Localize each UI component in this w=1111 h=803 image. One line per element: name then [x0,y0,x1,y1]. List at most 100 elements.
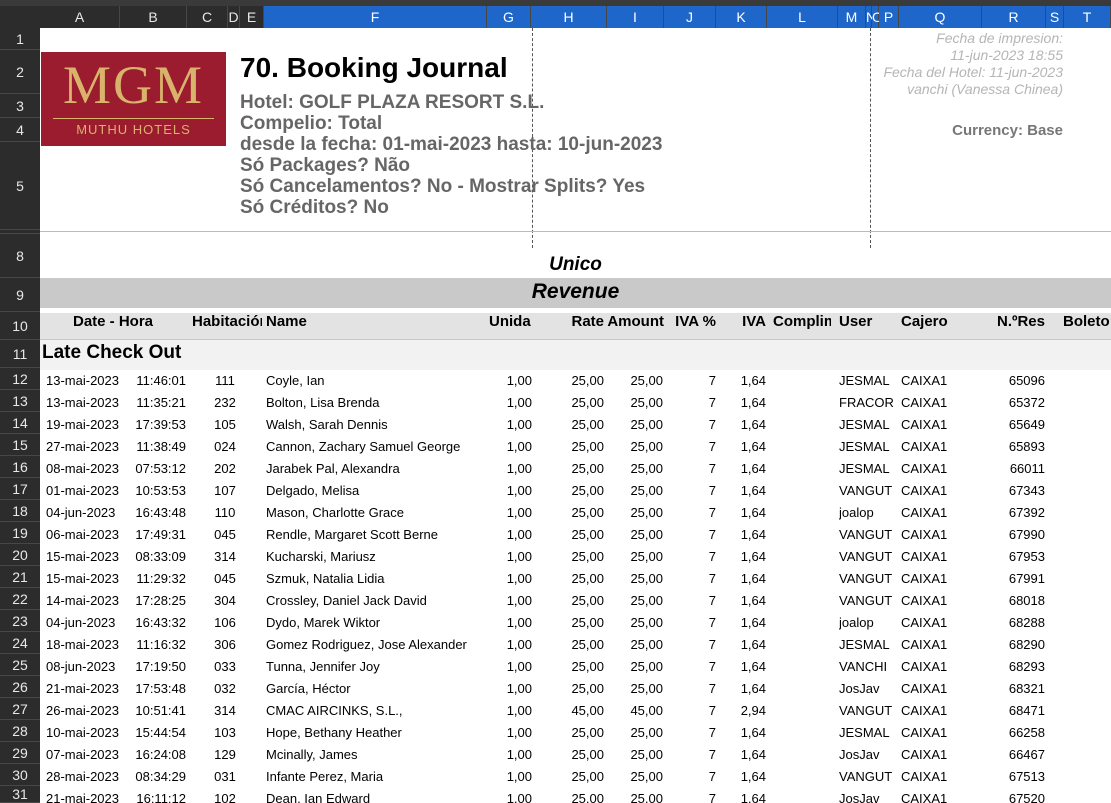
cell-units: 1,00 [506,615,532,630]
column-header-l[interactable]: L [767,6,838,28]
table-row[interactable]: 07-mai-2023 16:24:08 129 Mcinally, James 1,0… [40,744,1111,766]
row-header-8[interactable]: 8 [0,234,40,278]
cell-iva-pct: 7 [708,549,716,564]
table-row[interactable]: 08-mai-2023 07:53:12 202 Jarabek Pal, Alexa… [40,458,1111,480]
row-header-3[interactable]: 3 [0,94,40,118]
row-header-22[interactable]: 22 [0,588,40,610]
report-title: 70. Booking Journal [240,52,508,84]
header-complimentary: Complimentary [773,313,831,330]
column-header-f[interactable]: F [264,6,487,28]
cell-date: 04-jun-2023 [46,615,116,630]
cell-nres: 67513 [1008,769,1045,784]
column-header-t[interactable]: T [1064,6,1111,28]
row-header-17[interactable]: 17 [0,478,40,500]
cell-user: VANGUT [839,549,893,564]
cell-time: 11:16:32 [136,637,186,652]
row-header-30[interactable]: 30 [0,764,40,786]
row-header-9[interactable]: 9 [0,278,40,312]
table-row[interactable]: 28-mai-2023 08:34:29 031 Infante Perez, Mar… [40,766,1111,788]
column-header-d[interactable]: D [228,6,240,28]
column-header-s[interactable]: S [1046,6,1064,28]
table-row[interactable]: 01-mai-2023 10:53:53 107 Delgado, Melisa 1,0… [40,480,1111,502]
table-row[interactable]: 13-mai-2023 11:35:21 232 Bolton, Lisa Brend… [40,392,1111,414]
row-header-20[interactable]: 20 [0,544,40,566]
column-header-e[interactable]: E [240,6,264,28]
cell-rate: 25,00 [571,373,604,388]
table-row[interactable]: 18-mai-2023 11:16:32 306 Gomez Rodriguez, J… [40,634,1111,656]
table-row[interactable]: 26-mai-2023 10:51:41 314 CMAC AIRCINKS, S.L… [40,700,1111,722]
row-header-19[interactable]: 19 [0,522,40,544]
cell-cajero: CAIXA1 [901,659,948,674]
cell-time: 17:53:48 [135,681,186,696]
column-header-g[interactable]: G [487,6,531,28]
table-row[interactable]: 15-mai-2023 11:29:32 045 Szmuk, Natalia Lid… [40,568,1111,590]
row-header-24[interactable]: 24 [0,632,40,654]
row-header-13[interactable]: 13 [0,390,40,412]
print-date-label: Fecha de impresion: [936,30,1063,46]
column-header-q[interactable]: Q [899,6,982,28]
header-iva-pct: IVA % [675,313,716,330]
report-number: 70. [240,52,279,83]
column-header-c[interactable]: C [187,6,228,28]
row-header-27[interactable]: 27 [0,698,40,720]
table-row[interactable]: 27-mai-2023 11:38:49 024 Cannon, Zachary Sa… [40,436,1111,458]
table-row[interactable]: 04-jun-2023 16:43:48 110 Mason, Charlotte G… [40,502,1111,524]
cell-nres: 67392 [1008,505,1045,520]
cell-units: 1,00 [506,439,532,454]
table-row[interactable]: 10-mai-2023 15:44:54 103 Hope, Bethany Heat… [40,722,1111,744]
column-header-m[interactable]: M [838,6,866,28]
row-header-16[interactable]: 16 [0,456,40,478]
row-header-23[interactable]: 23 [0,610,40,632]
table-row[interactable]: 13-mai-2023 11:46:01 111 Coyle, Ian 1,00 25,0… [40,370,1111,392]
column-header-j[interactable]: J [664,6,716,28]
cell-time: 16:11:12 [136,791,186,803]
table-row[interactable]: 19-mai-2023 17:39:53 105 Walsh, Sarah Denni… [40,414,1111,436]
cell-units: 1,00 [506,681,532,696]
column-header-b[interactable]: B [120,6,187,28]
row-header-1[interactable]: 1 [0,28,40,50]
cell-nres: 65372 [1008,395,1045,410]
column-header-o[interactable]: O [872,6,883,28]
row-header-18[interactable]: 18 [0,500,40,522]
column-header-i[interactable]: I [607,6,664,28]
cell-user: JESMAL [839,725,890,740]
column-header-a[interactable]: A [40,6,120,28]
cell-units: 1,00 [506,703,532,718]
user-name: vanchi (Vanessa Chinea) [907,81,1063,97]
row-header-10[interactable]: 10 [0,312,40,340]
row-header-21[interactable]: 21 [0,566,40,588]
table-row[interactable]: 21-mai-2023 16:11:12 102 Dean, Ian Edward 1,… [40,788,1111,803]
table-row[interactable]: 06-mai-2023 17:49:31 045 Rendle, Margaret S… [40,524,1111,546]
row-header-11[interactable]: 11 [0,340,40,368]
table-row[interactable]: 15-mai-2023 08:33:09 314 Kucharski, Mariusz… [40,546,1111,568]
row-header-25[interactable]: 25 [0,654,40,676]
row-header-12[interactable]: 12 [0,368,40,390]
column-header-r[interactable]: R [982,6,1046,28]
row-header-31[interactable]: 31 [0,786,40,803]
row-header-29[interactable]: 29 [0,742,40,764]
table-row[interactable]: 04-jun-2023 16:43:32 106 Dydo, Marek Wiktor… [40,612,1111,634]
column-header-h[interactable]: H [531,6,607,28]
column-header-p[interactable]: P [879,6,899,28]
cell-date: 18-mai-2023 [46,637,119,652]
cell-units: 1,00 [506,791,532,803]
cell-user: JESMAL [839,637,890,652]
cell-cajero: CAIXA1 [901,505,948,520]
row-header-14[interactable]: 14 [0,412,40,434]
table-row[interactable]: 14-mai-2023 17:28:25 304 Crossley, Daniel J… [40,590,1111,612]
row-header-5[interactable]: 5 [0,142,40,230]
cell-rate: 25,00 [571,659,604,674]
row-header-2[interactable]: 2 [0,50,40,94]
table-row[interactable]: 08-jun-2023 17:19:50 033 Tunna, Jennifer Jo… [40,656,1111,678]
cell-room: 102 [214,791,236,803]
table-row[interactable]: 21-mai-2023 17:53:48 032 García, Héctor 1,00… [40,678,1111,700]
row-header-15[interactable]: 15 [0,434,40,456]
cell-room: 202 [214,461,236,476]
header-units: Unidades [489,313,531,330]
row-header-26[interactable]: 26 [0,676,40,698]
table-header-row: Date - Hora Habitación Name Unidades Rat… [40,313,1111,340]
column-header-k[interactable]: K [716,6,767,28]
row-header-4[interactable]: 4 [0,118,40,142]
row-header-28[interactable]: 28 [0,720,40,742]
spreadsheet-grid[interactable]: MGM MUTHU HOTELS 70. Booking Journal Hot… [40,28,1111,803]
